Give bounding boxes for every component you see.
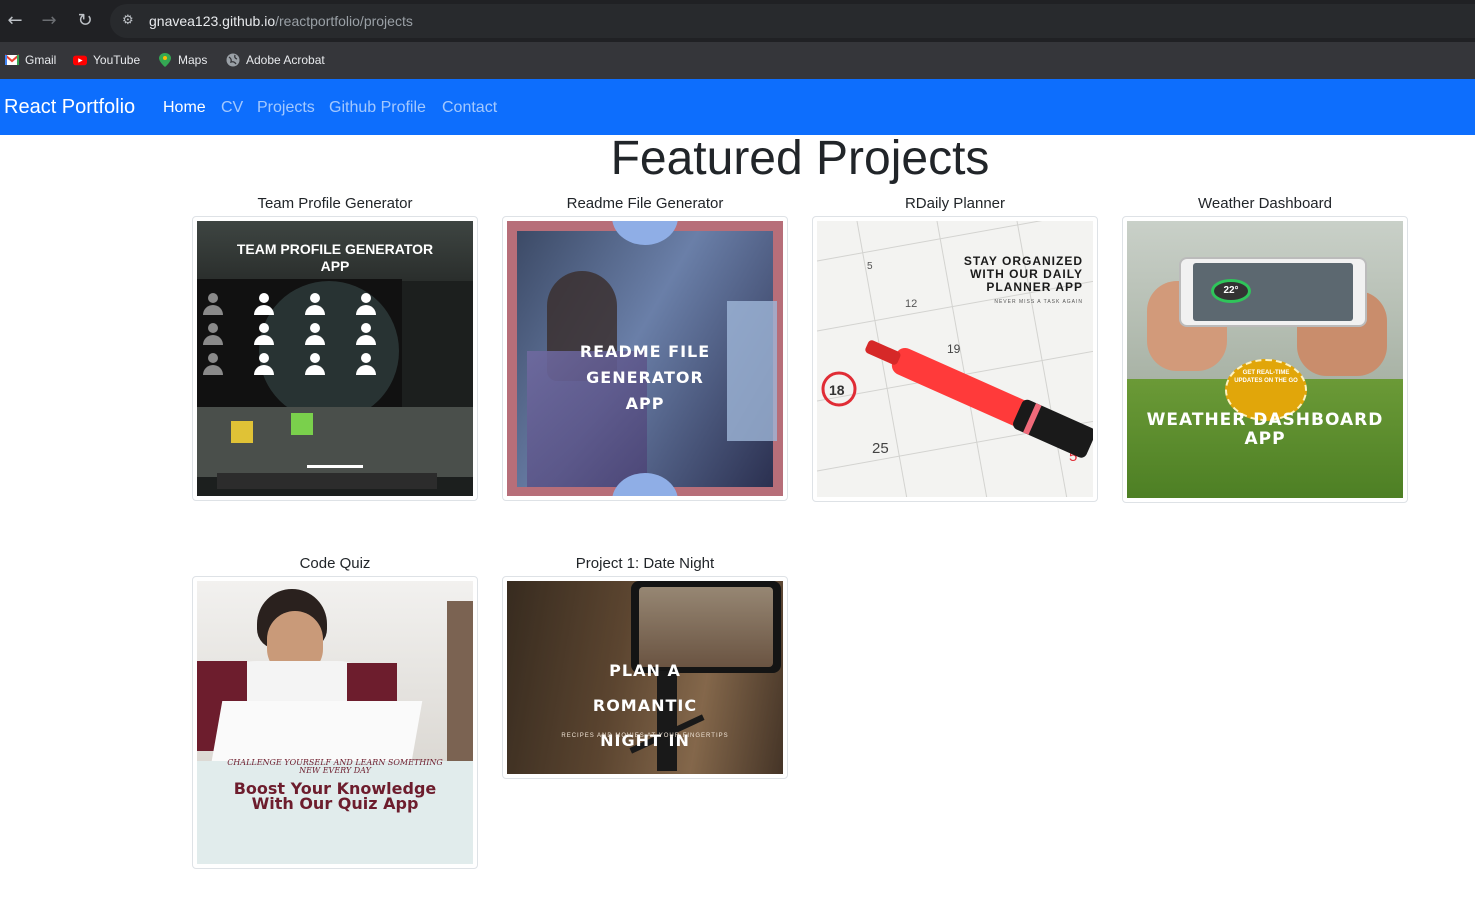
forward-arrow-icon[interactable]: → [38,10,60,32]
avatar-icon [305,293,325,317]
address-bar[interactable]: ⚙ gnavea123.github.io/reactportfolio/pro… [110,4,1475,38]
nav-link-github-profile[interactable]: Github Profile [329,99,426,117]
maps-icon [159,53,171,67]
project-image[interactable]: PLAN A ROMANTIC NIGHT IN RECIPES AND MOV… [502,576,788,779]
project-image[interactable]: 22° GET REAL-TIME UPDATES ON THE GO WEAT… [1122,216,1408,503]
gmail-icon [5,54,19,65]
avatar-icon [203,293,223,317]
globe-icon [226,53,240,67]
avatar-icon [356,323,376,347]
project-image-caption: README FILE GENERATOR APP [579,342,711,413]
bookmark-gmail[interactable]: Gmail [5,51,56,69]
back-arrow-icon[interactable]: ← [4,10,26,32]
bookmark-maps[interactable]: Maps [158,51,207,69]
project-image-subcaption: CHALLENGE YOURSELF AND LEARN SOMETHING N… [227,758,443,775]
avatar-icon [356,293,376,317]
svg-text:19: 19 [947,342,961,356]
avatar-icon [356,353,376,377]
project-image-caption: TEAM PROFILE GENERATOR APP [236,241,434,274]
project-image-subcaption: NEVER MISS A TASK AGAIN [994,299,1083,305]
project-title: RDaily Planner [904,195,1006,212]
project-image-caption: PLAN A ROMANTIC NIGHT IN [592,661,698,750]
reload-icon[interactable]: ↻ [74,10,96,32]
url-text[interactable]: gnavea123.github.io/reactportfolio/proje… [149,13,413,29]
bookmark-adobe-acrobat[interactable]: Adobe Acrobat [226,51,325,69]
project-image[interactable]: README FILE GENERATOR APP [502,216,788,501]
project-image-caption: STAY ORGANIZED WITH OUR DAILY PLANNER AP… [963,254,1083,294]
project-image[interactable]: 18 25 19 12 5 5 STAY ORGANIZED WITH OUR … [812,216,1098,502]
avatar-icon [203,323,223,347]
nav-link-home[interactable]: Home [163,99,206,117]
nav-link-contact[interactable]: Contact [442,99,497,117]
browser-toolbar: ← → ↻ ⚙ gnavea123.github.io/reactportfol… [0,0,1475,42]
site-settings-icon[interactable]: ⚙ [122,13,138,29]
project-image-caption: WEATHER DASHBOARD APP [1146,410,1384,449]
avatar-icon [254,293,274,317]
svg-text:5: 5 [867,261,873,272]
bookmark-youtube[interactable]: YouTube [73,51,140,69]
project-image-subcaption: GET REAL-TIME UPDATES ON THE GO [1234,370,1298,384]
avatar-icon [305,323,325,347]
avatar-icon [254,353,274,377]
project-title: Project 1: Date Night [575,555,715,572]
project-image-subcaption: RECIPES AND MOVIES AT YOUR FINGERTIPS [561,733,729,739]
project-title: Team Profile Generator [257,195,413,212]
svg-text:18: 18 [829,382,845,398]
bookmarks-bar: Gmail YouTube Maps Adobe Acrobat [0,42,1475,79]
project-image[interactable]: CHALLENGE YOURSELF AND LEARN SOMETHING N… [192,576,478,869]
nav-link-cv[interactable]: CV [221,99,243,117]
page-title: Featured Projects [610,132,990,185]
project-image[interactable]: TEAM PROFILE GENERATOR APP [192,216,478,501]
project-image-caption: Boost Your Knowledge With Our Quiz App [233,779,437,813]
avatar-icon [203,353,223,377]
svg-text:12: 12 [905,298,917,310]
project-title: Weather Dashboard [1198,195,1332,212]
site-navbar: React Portfolio Home CV Projects Github … [0,79,1475,135]
project-title: Code Quiz [299,555,371,572]
avatar-icon [305,353,325,377]
navbar-brand[interactable]: React Portfolio [4,96,135,119]
project-title: Readme File Generator [566,195,724,212]
svg-text:25: 25 [872,440,889,457]
nav-link-projects[interactable]: Projects [257,99,315,117]
avatar-icon [254,323,274,347]
youtube-icon [73,55,87,66]
